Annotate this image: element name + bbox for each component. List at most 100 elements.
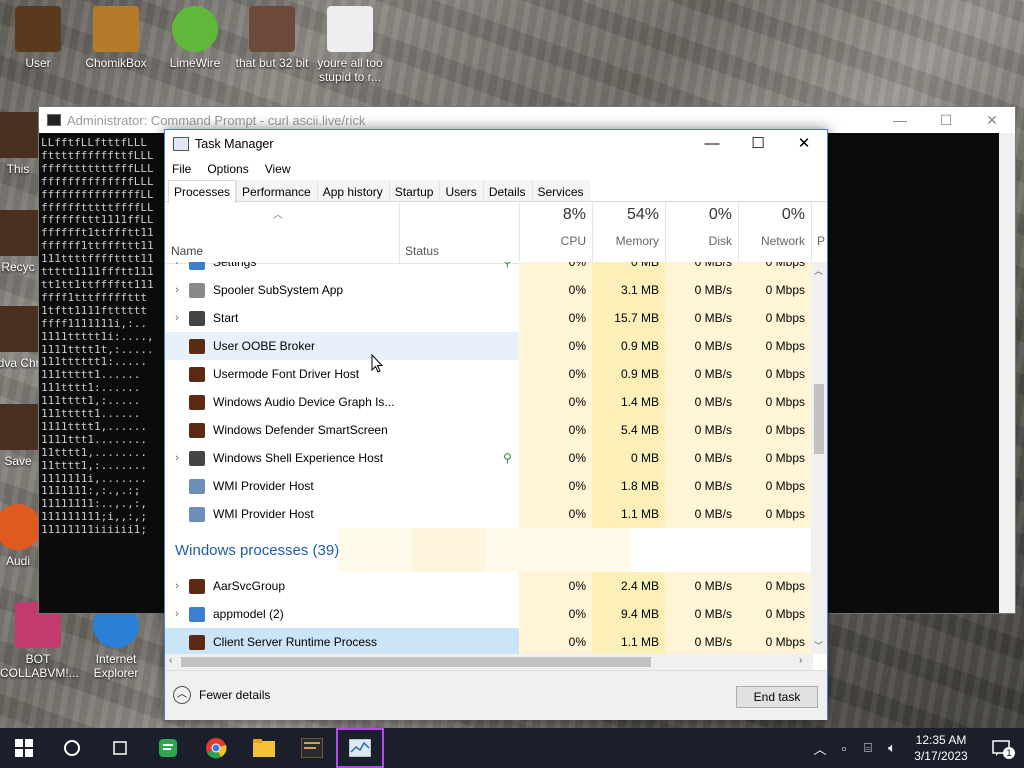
notes-icon[interactable] (144, 728, 192, 768)
portrait-icon (249, 6, 295, 52)
scroll-left-icon[interactable]: ‹ (169, 655, 172, 666)
menu-file[interactable]: File (172, 162, 191, 176)
network-cell: 0 Mbps (738, 572, 811, 600)
cmd-scrollbar[interactable] (999, 133, 1015, 613)
expand-chevron-icon[interactable]: › (165, 312, 189, 324)
tab-performance[interactable]: Performance (236, 180, 317, 201)
file-explorer-icon[interactable] (240, 728, 288, 768)
column-disk[interactable]: 0% Disk (665, 202, 738, 264)
table-row[interactable]: User OOBE Broker 0% 0.9 MB 0 MB/s 0 Mbps (165, 332, 813, 360)
scroll-up-icon[interactable]: ︿ (814, 264, 823, 277)
table-row[interactable]: › Settings ⚲ 0% 0 MB 0 MB/s 0 Mbps (165, 262, 813, 276)
expand-chevron-icon[interactable]: › (165, 580, 189, 592)
tm-window-controls: — ☐ ✕ (689, 130, 827, 158)
column-network[interactable]: 0% Network (738, 202, 811, 264)
tab-services[interactable]: Services (531, 180, 590, 201)
task-view-icon[interactable] (96, 728, 144, 768)
mouse-cursor-icon (371, 354, 383, 373)
cmd-window-controls: — ☐ ✕ (877, 107, 1015, 133)
table-row[interactable]: WMI Provider Host 0% 1.1 MB 0 MB/s 0 Mbps (165, 500, 813, 528)
desktop-icon-user[interactable]: User (0, 6, 76, 70)
sort-up-icon: ︿ (273, 210, 283, 221)
column-cpu[interactable]: 8% CPU (519, 202, 592, 264)
tab-startup[interactable]: Startup (388, 180, 440, 201)
close-button[interactable]: ✕ (969, 107, 1015, 133)
cpu-cell: 0% (519, 572, 592, 600)
network-cell: 0 Mbps (738, 262, 811, 276)
close-button[interactable]: ✕ (781, 130, 827, 158)
scroll-down-icon[interactable]: ﹀ (814, 639, 823, 652)
gear-icon (189, 262, 205, 270)
desktop-icon-limewire[interactable]: LimeWire (157, 6, 233, 70)
process-list-vscroll[interactable]: ︿ ﹀ (811, 262, 827, 654)
column-status[interactable]: Status (405, 244, 439, 258)
app-icon (189, 578, 205, 594)
column-memory[interactable]: 54% Memory (592, 202, 665, 264)
notification-center-icon[interactable]: 1 (978, 728, 1024, 768)
end-task-button[interactable]: End task (736, 686, 818, 708)
maximize-button[interactable]: ☐ (735, 130, 781, 158)
expand-chevron-icon[interactable]: › (165, 262, 189, 268)
table-row[interactable]: › Windows Shell Experience Host ⚲ 0% 0 MB 0 M… (165, 444, 813, 472)
tab-processes[interactable]: Processes (168, 180, 237, 203)
expand-chevron-icon[interactable]: › (165, 284, 189, 296)
memory-cell: 1.1 MB (592, 500, 665, 528)
desktop-icon-stupid[interactable]: youre all too stupid to r... (312, 6, 388, 84)
memory-cell: 0.9 MB (592, 332, 665, 360)
cpu-percent: 8% (562, 206, 586, 223)
expand-chevron-icon[interactable]: › (165, 608, 189, 620)
task-manager-icon[interactable] (336, 728, 384, 768)
windows-start-icon[interactable] (0, 728, 48, 768)
network-cell: 0 Mbps (738, 332, 811, 360)
column-name[interactable]: Name (171, 244, 203, 258)
table-row[interactable]: WMI Provider Host 0% 1.8 MB 0 MB/s 0 Mbps (165, 472, 813, 500)
tab-users[interactable]: Users (439, 180, 483, 201)
group-header-windows-processes[interactable]: Windows processes (39) (165, 528, 813, 572)
volume-icon[interactable]: 🔈︎ (880, 740, 904, 756)
memory-cell: 1.8 MB (592, 472, 665, 500)
chevron-up-icon[interactable]: ︿ (808, 739, 832, 758)
pc-icon (0, 112, 41, 158)
clock[interactable]: 12:35 AM 3/17/2023 (904, 732, 978, 764)
cpu-cell: 0% (519, 416, 592, 444)
table-row[interactable]: Windows Audio Device Graph Is... 0% 1.4 MB… (165, 388, 813, 416)
process-name: Start (213, 311, 239, 325)
network-cell: 0 Mbps (738, 444, 811, 472)
disk-cell: 0 MB/s (665, 304, 738, 332)
app-icon (189, 394, 205, 410)
menu-options[interactable]: Options (207, 162, 248, 176)
vscroll-thumb[interactable] (814, 384, 824, 454)
expand-chevron-icon[interactable]: › (165, 452, 189, 464)
recycle-bin-icon (0, 210, 41, 256)
network-cell: 0 Mbps (738, 388, 811, 416)
cmd-title: Administrator: Command Prompt - curl asc… (67, 112, 366, 128)
table-row[interactable]: Usermode Font Driver Host 0% 0.9 MB 0 MB/s 0… (165, 360, 813, 388)
task-manager-window[interactable]: Task Manager — ☐ ✕ File Options View Pro… (164, 129, 828, 720)
tray-app-icon[interactable]: ▫ (832, 741, 856, 756)
network-icon[interactable]: ⌸ (856, 740, 880, 756)
tab-app-history[interactable]: App history (316, 180, 389, 201)
table-row[interactable]: › Spooler SubSystem App 0% 3.1 MB 0 MB/s 0 Mb… (165, 276, 813, 304)
desktop-icon-chomikbox[interactable]: ChomikBox (78, 6, 154, 70)
table-row[interactable]: › Start 0% 15.7 MB 0 MB/s 0 Mbps (165, 304, 813, 332)
table-row[interactable]: Client Server Runtime Process 0% 1.1 MB 0 M… (165, 628, 813, 654)
desktop-icon-32bit[interactable]: that but 32 bit (234, 6, 310, 70)
chrome-icon[interactable] (192, 728, 240, 768)
tab-details[interactable]: Details (482, 180, 532, 201)
hscroll-thumb[interactable] (181, 657, 651, 667)
column-power-partial[interactable]: P (811, 202, 831, 264)
maximize-button[interactable]: ☐ (923, 107, 969, 133)
minimize-button[interactable]: — (689, 130, 735, 158)
search-icon[interactable] (48, 728, 96, 768)
minimize-button[interactable]: — (877, 107, 923, 133)
table-row[interactable]: › appmodel (2) 0% 9.4 MB 0 MB/s 0 Mbps (165, 600, 813, 628)
table-row[interactable]: Windows Defender SmartScreen 0% 5.4 MB 0 MB… (165, 416, 813, 444)
network-cell: 0 Mbps (738, 304, 811, 332)
process-list-hscroll[interactable]: ‹ › (165, 654, 813, 670)
menu-view[interactable]: View (265, 162, 291, 176)
table-row[interactable]: › AarSvcGroup 0% 2.4 MB 0 MB/s 0 Mbps (165, 572, 813, 600)
cmd-icon[interactable] (288, 728, 336, 768)
fewer-details-button[interactable]: ︿ Fewer details (173, 686, 270, 704)
scroll-right-icon[interactable]: › (799, 655, 802, 666)
group-cell-bg (558, 528, 632, 572)
